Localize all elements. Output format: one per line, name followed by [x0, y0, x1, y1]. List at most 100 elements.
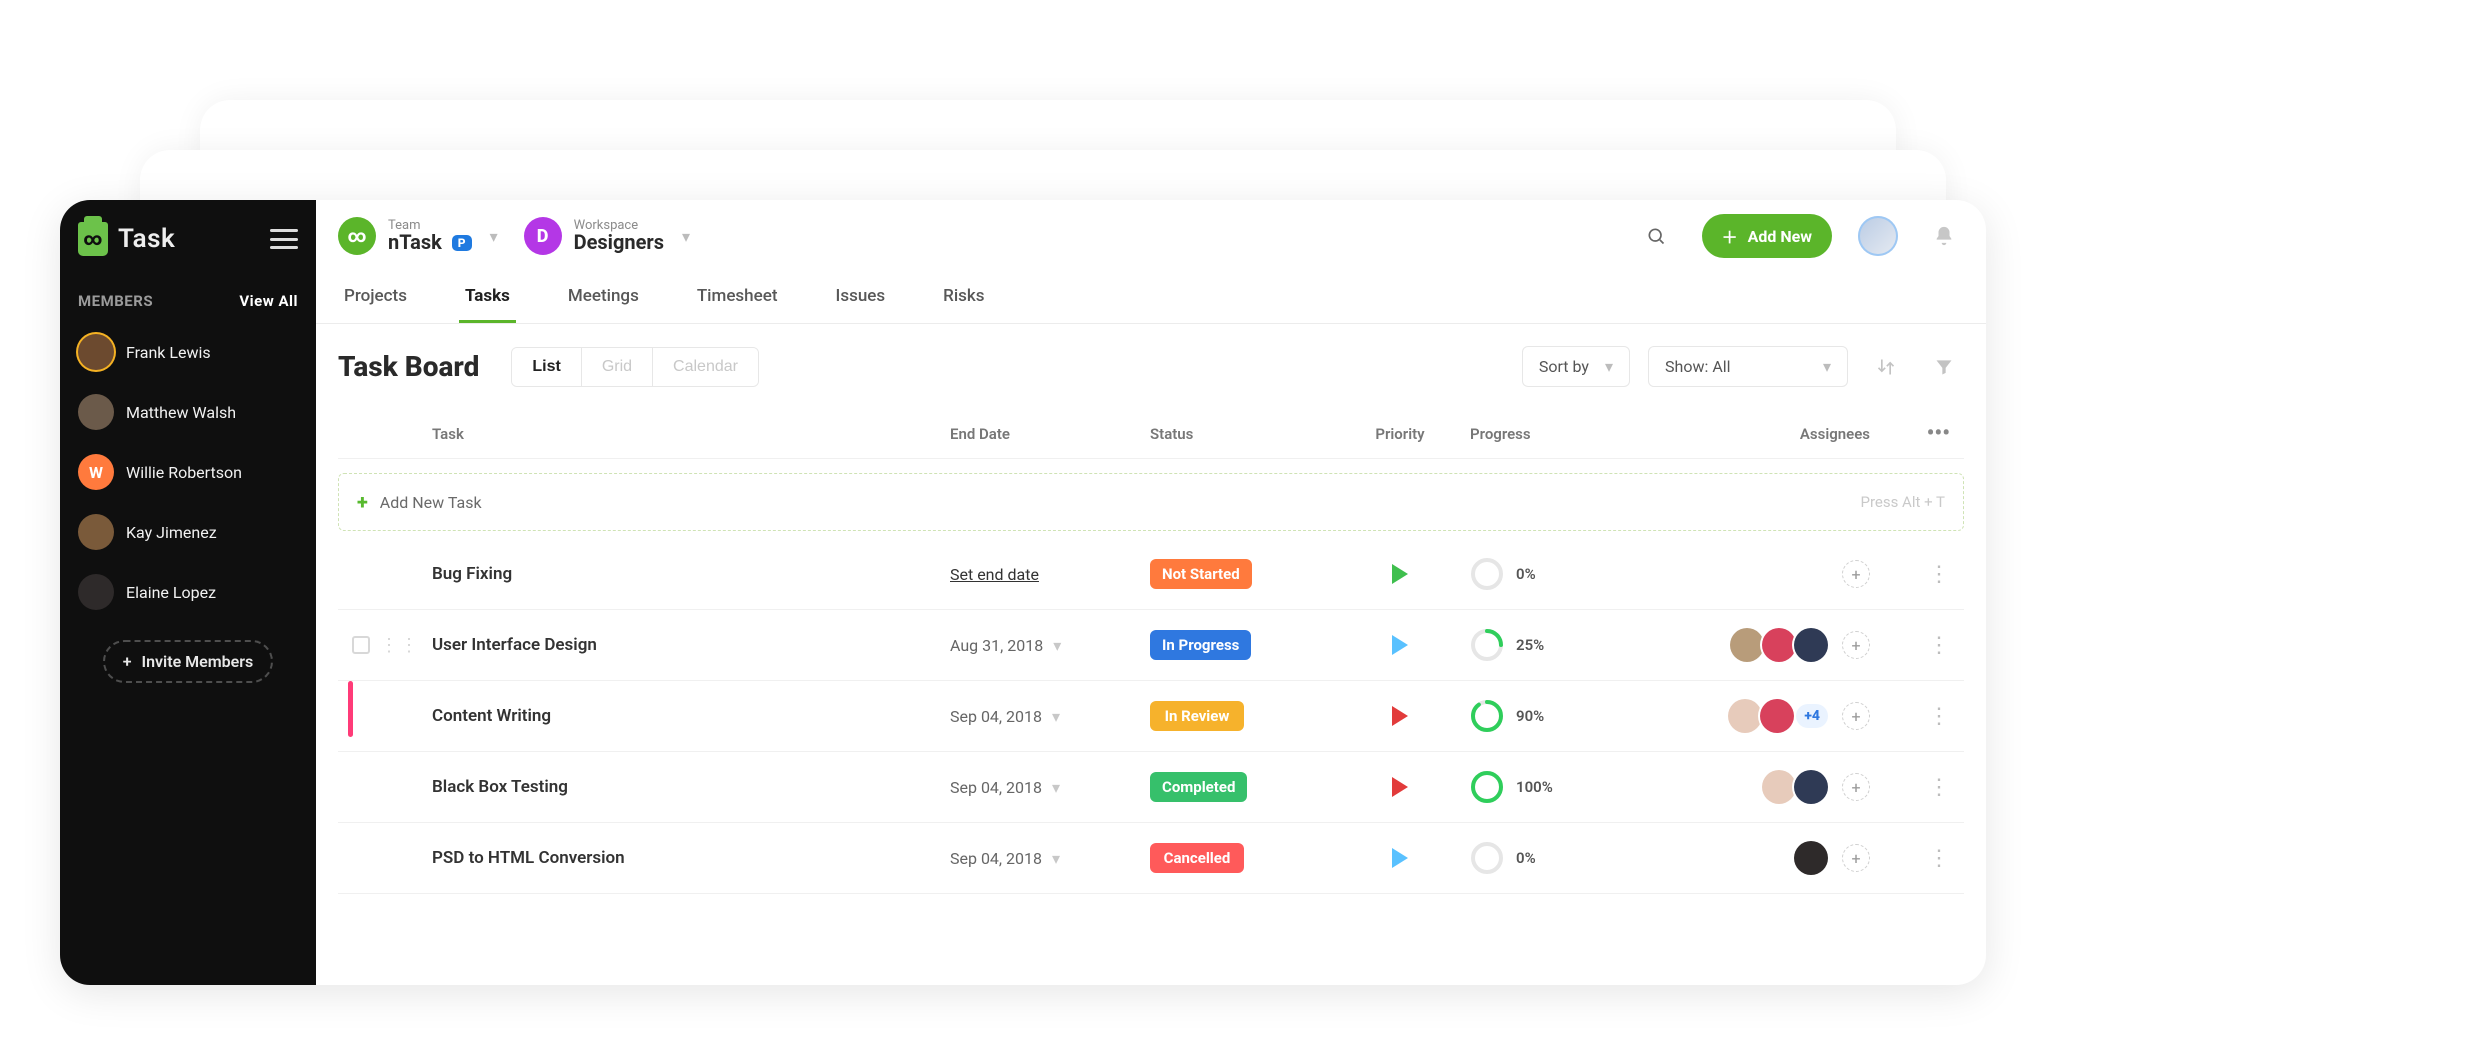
status-pill[interactable]: In Review: [1150, 701, 1244, 731]
table-row[interactable]: Black Box TestingSep 04, 2018 ▾Completed…: [338, 752, 1964, 823]
sidebar-member[interactable]: Elaine Lopez: [78, 562, 298, 622]
chevron-down-icon[interactable]: ▾: [1052, 707, 1060, 726]
end-date-value[interactable]: Sep 04, 2018 ▾: [950, 778, 1150, 797]
col-end-date: End Date: [950, 425, 1150, 443]
add-assignee-button[interactable]: +: [1842, 773, 1870, 801]
search-button[interactable]: [1636, 216, 1676, 256]
add-assignee-button[interactable]: +: [1842, 631, 1870, 659]
funnel-icon: [1934, 357, 1954, 377]
assignee-overflow[interactable]: +4: [1796, 704, 1828, 728]
swap-view-button[interactable]: [1866, 347, 1906, 387]
status-pill[interactable]: Not Started: [1150, 559, 1252, 589]
col-assignees: Assignees: [1650, 425, 1870, 443]
main-panel: ∞ Team nTask P ▾ D Workspace Designers: [316, 200, 1986, 985]
team-selector[interactable]: ∞ Team nTask P ▾: [338, 217, 498, 255]
notifications-button[interactable]: [1924, 216, 1964, 256]
status-pill[interactable]: Completed: [1150, 772, 1247, 802]
view-mode-calendar[interactable]: Calendar: [653, 348, 758, 386]
table-row[interactable]: ⋮⋮ User Interface DesignAug 31, 2018 ▾In …: [338, 610, 1964, 681]
add-assignee-button[interactable]: +: [1842, 844, 1870, 872]
assignee-avatar[interactable]: [1728, 699, 1762, 733]
filter-button[interactable]: [1924, 347, 1964, 387]
task-name: User Interface Design: [432, 635, 950, 655]
add-new-label: Add New: [1748, 227, 1812, 246]
members-list: Frank Lewis Matthew Walsh WWillie Robertso…: [78, 322, 298, 622]
tab-projects[interactable]: Projects: [338, 272, 413, 323]
row-more-button[interactable]: ⋮: [1870, 562, 1950, 587]
add-new-button[interactable]: ＋ Add New: [1702, 214, 1832, 258]
col-status: Status: [1150, 425, 1330, 443]
assignee-avatar[interactable]: [1730, 628, 1764, 662]
add-assignee-button[interactable]: +: [1842, 560, 1870, 588]
view-mode-grid[interactable]: Grid: [582, 348, 653, 386]
priority-flag-icon[interactable]: [1392, 564, 1408, 584]
tab-tasks[interactable]: Tasks: [459, 272, 516, 323]
table-row[interactable]: Content WritingSep 04, 2018 ▾In Review 9…: [338, 681, 1964, 752]
board-header: Task Board List Grid Calendar Sort by ▾ …: [316, 324, 1986, 397]
sidebar: Task MEMBERS View All Frank LewisMatthew…: [60, 200, 316, 985]
member-name: Elaine Lopez: [126, 583, 216, 602]
assignee-avatar[interactable]: [1762, 770, 1796, 804]
assignee-avatar[interactable]: [1794, 841, 1828, 875]
assignee-avatar[interactable]: [1760, 699, 1794, 733]
plus-icon: +: [357, 490, 368, 514]
columns-more-button[interactable]: •••: [1870, 421, 1950, 446]
col-priority: Priority: [1330, 425, 1470, 443]
add-new-task-row[interactable]: + Add New Task Press Alt + T: [338, 473, 1964, 531]
row-checkbox[interactable]: [352, 636, 370, 654]
swap-icon: [1876, 357, 1896, 377]
priority-flag-icon[interactable]: [1392, 848, 1408, 868]
assignee-avatar[interactable]: [1794, 770, 1828, 804]
end-date-value[interactable]: Sep 04, 2018 ▾: [950, 707, 1150, 726]
sidebar-member[interactable]: Frank Lewis: [78, 322, 298, 382]
workspace-selector[interactable]: D Workspace Designers ▾: [524, 217, 690, 255]
avatar: [78, 574, 114, 610]
priority-flag-icon[interactable]: [1392, 635, 1408, 655]
row-more-button[interactable]: ⋮: [1870, 704, 1950, 729]
chevron-down-icon[interactable]: ▾: [682, 227, 690, 246]
avatar: [78, 394, 114, 430]
priority-flag-icon[interactable]: [1392, 777, 1408, 797]
chevron-down-icon[interactable]: ▾: [490, 227, 498, 246]
table-row[interactable]: Bug FixingSet end dateNot Started 0%+⋮: [338, 539, 1964, 610]
table-row[interactable]: PSD to HTML ConversionSep 04, 2018 ▾Canc…: [338, 823, 1964, 894]
tab-meetings[interactable]: Meetings: [562, 272, 645, 323]
chevron-down-icon[interactable]: ▾: [1052, 778, 1060, 797]
drag-handle-icon[interactable]: ⋮⋮: [380, 635, 420, 656]
sidebar-member[interactable]: Kay Jimenez: [78, 502, 298, 562]
member-name: Matthew Walsh: [126, 403, 236, 422]
tab-issues[interactable]: Issues: [830, 272, 892, 323]
assignees-cell: +: [1650, 770, 1870, 804]
row-more-button[interactable]: ⋮: [1870, 775, 1950, 800]
task-name: PSD to HTML Conversion: [432, 848, 950, 868]
logo-text: Task: [118, 224, 175, 254]
tab-timesheet[interactable]: Timesheet: [691, 272, 784, 323]
priority-flag-icon[interactable]: [1392, 706, 1408, 726]
end-date-value[interactable]: Sep 04, 2018 ▾: [950, 849, 1150, 868]
current-user-avatar[interactable]: [1858, 216, 1898, 256]
end-date-value[interactable]: Aug 31, 2018 ▾: [950, 636, 1150, 655]
sidebar-toggle-icon[interactable]: [270, 229, 298, 249]
chevron-down-icon[interactable]: ▾: [1052, 849, 1060, 868]
view-mode-list[interactable]: List: [512, 348, 581, 386]
status-pill[interactable]: Cancelled: [1150, 843, 1244, 873]
assignee-avatar[interactable]: [1794, 628, 1828, 662]
row-more-button[interactable]: ⋮: [1870, 633, 1950, 658]
invite-members-button[interactable]: + Invite Members: [103, 640, 274, 683]
chevron-down-icon[interactable]: ▾: [1053, 636, 1061, 655]
sort-by-dropdown[interactable]: Sort by ▾: [1522, 346, 1630, 387]
set-end-date-link[interactable]: Set end date: [950, 565, 1150, 584]
view-all-link[interactable]: View All: [239, 292, 298, 310]
progress-value: 0%: [1516, 565, 1536, 583]
assignee-avatar[interactable]: [1762, 628, 1796, 662]
add-assignee-button[interactable]: +: [1842, 702, 1870, 730]
sidebar-member[interactable]: Matthew Walsh: [78, 382, 298, 442]
app-window: Task MEMBERS View All Frank LewisMatthew…: [60, 200, 1986, 985]
sidebar-member[interactable]: WWillie Robertson: [78, 442, 298, 502]
progress-cell: 0%: [1470, 841, 1650, 875]
row-more-button[interactable]: ⋮: [1870, 846, 1950, 871]
tab-risks[interactable]: Risks: [937, 272, 990, 323]
status-pill[interactable]: In Progress: [1150, 630, 1251, 660]
show-prefix: Show:: [1665, 357, 1708, 376]
show-filter-dropdown[interactable]: Show: All ▾: [1648, 346, 1848, 387]
